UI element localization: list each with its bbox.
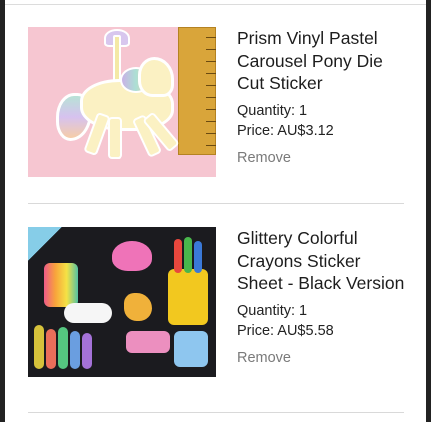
item-price: Price: AU$5.58 xyxy=(237,323,334,339)
pony-head-graphic xyxy=(138,57,174,97)
item-price: Price: AU$3.12 xyxy=(237,123,334,139)
item-divider xyxy=(28,203,404,204)
pony-leg-graphic xyxy=(108,117,122,159)
crayon-graphic xyxy=(70,331,80,369)
heart-sticker-graphic xyxy=(112,241,152,271)
crayon-graphic xyxy=(174,239,182,273)
item-title[interactable]: Glittery Colorful Crayons Sticker Sheet … xyxy=(237,227,407,295)
crayon-graphic xyxy=(194,241,202,273)
crayon-graphic xyxy=(58,327,68,369)
window-frame-right xyxy=(426,0,431,422)
ruler-graphic xyxy=(178,27,216,155)
item-title[interactable]: Prism Vinyl Pastel Carousel Pony Die Cut… xyxy=(237,27,407,95)
cart-item: Glittery Colorful Crayons Sticker Sheet … xyxy=(28,227,404,377)
crayon-sticker-graphic xyxy=(126,331,170,353)
crayon-graphic xyxy=(82,333,92,369)
cloud-sticker-graphic xyxy=(64,303,112,323)
product-image[interactable] xyxy=(28,227,216,377)
item-info: Prism Vinyl Pastel Carousel Pony Die Cut… xyxy=(237,27,407,168)
remove-button[interactable]: Remove xyxy=(237,348,291,368)
window-frame-left xyxy=(0,0,5,422)
top-divider xyxy=(5,4,426,5)
crayon-graphic xyxy=(34,325,44,369)
pencil-sticker-graphic xyxy=(124,293,152,321)
sharpener-sticker-graphic xyxy=(174,331,208,367)
item-quantity: Quantity: 1 xyxy=(237,302,308,319)
rainbow-sticker-graphic xyxy=(44,263,78,307)
remove-button[interactable]: Remove xyxy=(237,148,291,168)
item-quantity: Quantity: 1 xyxy=(237,102,308,119)
cart-item: Prism Vinyl Pastel Carousel Pony Die Cut… xyxy=(28,27,404,177)
product-image[interactable] xyxy=(28,27,216,177)
item-divider xyxy=(28,412,404,413)
crayon-graphic xyxy=(46,329,56,369)
crayon-box-graphic xyxy=(168,269,208,325)
item-info: Glittery Colorful Crayons Sticker Sheet … xyxy=(237,227,407,368)
crayon-graphic xyxy=(184,237,192,273)
